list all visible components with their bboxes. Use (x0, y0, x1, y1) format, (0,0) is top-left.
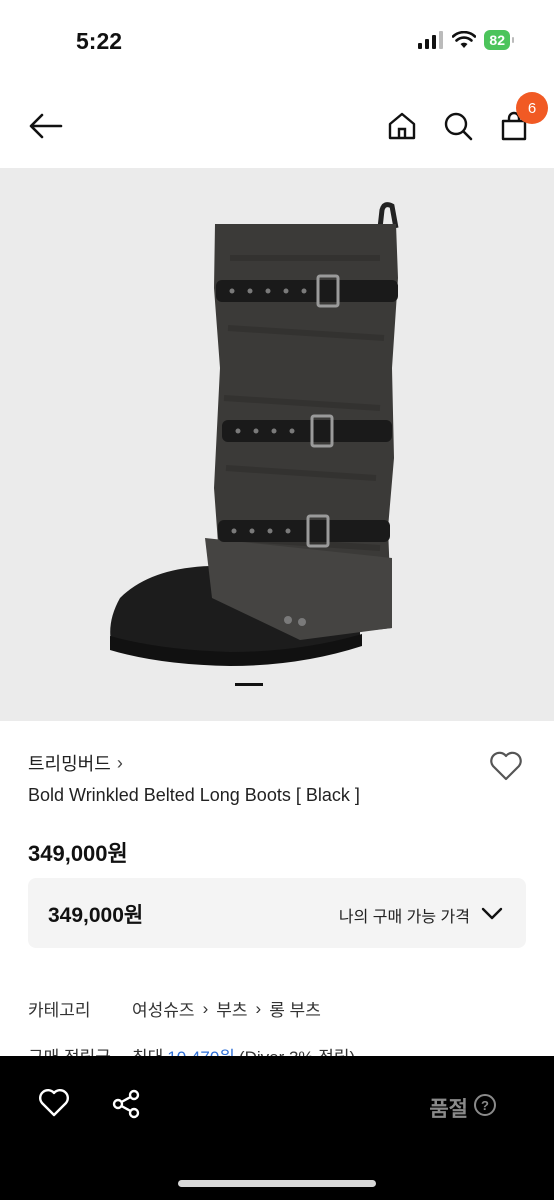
product-name: Bold Wrinkled Belted Long Boots [ Black … (28, 785, 360, 805)
brand-name: 트리밍버드 (28, 754, 111, 774)
product-price: 349,000원 (28, 841, 128, 866)
status-bar: 5:22 82 (0, 0, 554, 84)
home-button[interactable] (382, 106, 422, 146)
like-button[interactable] (488, 748, 524, 784)
home-icon (388, 112, 416, 140)
boot-image (110, 202, 399, 666)
my-price-value: 349,000원 (48, 904, 144, 927)
status-time: 5:22 (76, 28, 123, 54)
back-button[interactable] (26, 106, 66, 146)
share-icon (112, 1089, 140, 1119)
chevron-right-icon: › (255, 998, 262, 1018)
product-image[interactable] (0, 168, 554, 721)
category-row: 카테고리 여성슈즈 › 부츠 › 롱 부츠 (28, 996, 321, 1021)
my-price-dropdown[interactable]: 349,000원 나의 구매 가능 가격 (28, 878, 526, 948)
share-button[interactable] (110, 1088, 142, 1120)
chevron-right-icon: › (116, 752, 123, 773)
cart-button[interactable]: 6 (494, 92, 548, 146)
bottom-action-bar: 품절 ? (0, 1056, 554, 1200)
heart-icon (39, 1089, 69, 1117)
search-icon (444, 112, 473, 141)
nav-actions: 6 (382, 92, 548, 146)
chevron-right-icon: › (202, 998, 209, 1018)
cart-count-badge: 6 (516, 92, 548, 124)
wifi-icon (452, 31, 477, 48)
brand-link[interactable]: 트리밍버드 › (28, 750, 123, 776)
bottom-like-button[interactable] (38, 1088, 70, 1120)
category-level-3[interactable]: 롱 부츠 (269, 996, 321, 1021)
heart-icon (490, 751, 522, 781)
category-level-1[interactable]: 여성슈즈 (132, 996, 195, 1021)
category-level-2[interactable]: 부츠 (216, 996, 247, 1021)
chevron-down-icon (481, 907, 503, 920)
signal-icon (418, 31, 444, 49)
my-price-label: 나의 구매 가능 가격 (338, 909, 470, 926)
status-icons: 82 (418, 30, 514, 50)
help-icon[interactable]: ? (474, 1094, 496, 1116)
search-button[interactable] (438, 106, 478, 146)
soldout-label: 품절 (429, 1098, 468, 1121)
top-nav: 6 (0, 84, 554, 168)
category-breadcrumb: 여성슈즈 › 부츠 › 롱 부츠 (132, 996, 321, 1021)
battery-indicator: 82 (484, 30, 514, 50)
image-pager-indicator (235, 683, 263, 686)
back-arrow-icon (29, 113, 63, 139)
category-label: 카테고리 (28, 1001, 91, 1020)
home-indicator (178, 1180, 376, 1187)
